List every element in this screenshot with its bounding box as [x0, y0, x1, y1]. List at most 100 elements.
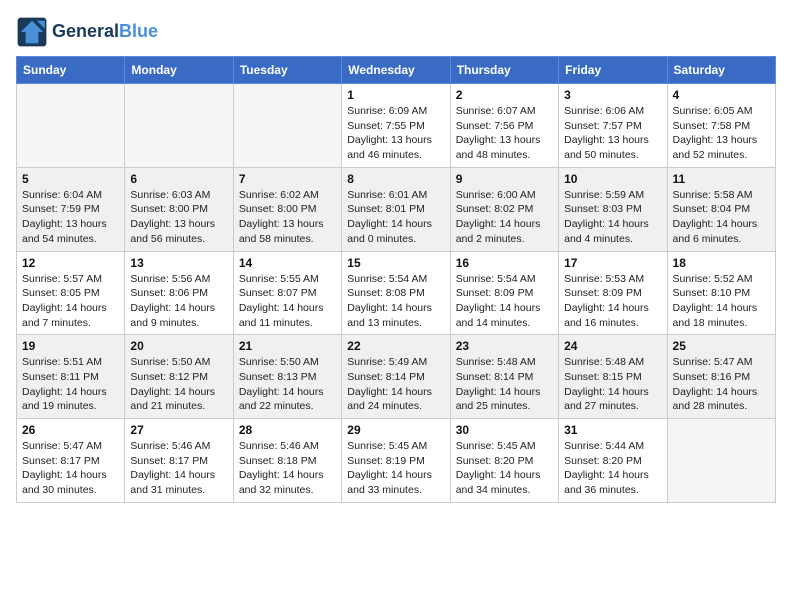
col-header-tuesday: Tuesday — [233, 57, 341, 84]
day-number: 2 — [456, 88, 553, 102]
day-info: Sunrise: 5:58 AMSunset: 8:04 PMDaylight:… — [673, 188, 770, 247]
calendar-cell: 5 Sunrise: 6:04 AMSunset: 7:59 PMDaylight… — [17, 167, 125, 251]
day-number: 21 — [239, 339, 336, 353]
calendar-cell — [233, 84, 341, 168]
calendar-cell: 14Sunrise: 5:55 AMSunset: 8:07 PMDayligh… — [233, 251, 341, 335]
day-info: Sunrise: 5:44 AMSunset: 8:20 PMDaylight:… — [564, 439, 661, 498]
day-info: Sunrise: 5:50 AMSunset: 8:12 PMDaylight:… — [130, 355, 227, 414]
day-info: Sunrise: 6:02 AMSunset: 8:00 PMDaylight:… — [239, 188, 336, 247]
day-info: Sunrise: 5:46 AMSunset: 8:18 PMDaylight:… — [239, 439, 336, 498]
day-number: 3 — [564, 88, 661, 102]
calendar-cell: 13Sunrise: 5:56 AMSunset: 8:06 PMDayligh… — [125, 251, 233, 335]
calendar-cell: 19 Sunrise: 5:51 AMSunset: 8:11 PMDayligh… — [17, 335, 125, 419]
day-info: Sunrise: 5:57 AMSunset: 8:05 PMDaylight:… — [22, 272, 119, 331]
day-info: Sunrise: 6:01 AMSunset: 8:01 PMDaylight:… — [347, 188, 444, 247]
day-info: Sunrise: 5:48 AMSunset: 8:15 PMDaylight:… — [564, 355, 661, 414]
day-number: 7 — [239, 172, 336, 186]
day-info: Sunrise: 5:47 AMSunset: 8:17 PMDaylight:… — [22, 439, 119, 498]
day-number: 13 — [130, 256, 227, 270]
calendar-week-row: 12Sunrise: 5:57 AMSunset: 8:05 PMDayligh… — [17, 251, 776, 335]
calendar-cell: 29Sunrise: 5:45 AMSunset: 8:19 PMDayligh… — [342, 419, 450, 503]
day-info: Sunrise: 5:51 AMSunset: 8:11 PMDaylight:… — [22, 355, 119, 414]
day-info: Sunrise: 5:52 AMSunset: 8:10 PMDaylight:… — [673, 272, 770, 331]
day-number: 8 — [347, 172, 444, 186]
calendar-cell: 10 Sunrise: 5:59 AMSunset: 8:03 PMDayligh… — [559, 167, 667, 251]
day-info: Sunrise: 5:50 AMSunset: 8:13 PMDaylight:… — [239, 355, 336, 414]
day-info: Sunrise: 6:07 AMSunset: 7:56 PMDaylight:… — [456, 104, 553, 163]
logo: GeneralBlue — [16, 16, 158, 48]
day-info: Sunrise: 5:54 AMSunset: 8:09 PMDaylight:… — [456, 272, 553, 331]
day-info: Sunrise: 6:06 AMSunset: 7:57 PMDaylight:… — [564, 104, 661, 163]
calendar-cell: 11 Sunrise: 5:58 AMSunset: 8:04 PMDayligh… — [667, 167, 775, 251]
day-info: Sunrise: 6:04 AMSunset: 7:59 PMDaylight:… — [22, 188, 119, 247]
calendar-cell: 26 Sunrise: 5:47 AMSunset: 8:17 PMDayligh… — [17, 419, 125, 503]
calendar-cell: 30 Sunrise: 5:45 AMSunset: 8:20 PMDayligh… — [450, 419, 558, 503]
day-number: 26 — [22, 423, 119, 437]
day-info: Sunrise: 6:00 AMSunset: 8:02 PMDaylight:… — [456, 188, 553, 247]
day-info: Sunrise: 5:54 AMSunset: 8:08 PMDaylight:… — [347, 272, 444, 331]
calendar-cell: 20 Sunrise: 5:50 AMSunset: 8:12 PMDayligh… — [125, 335, 233, 419]
day-number: 15 — [347, 256, 444, 270]
day-info: Sunrise: 5:47 AMSunset: 8:16 PMDaylight:… — [673, 355, 770, 414]
calendar-week-row: 1 Sunrise: 6:09 AMSunset: 7:55 PMDaylight… — [17, 84, 776, 168]
day-number: 23 — [456, 339, 553, 353]
day-info: Sunrise: 5:53 AMSunset: 8:09 PMDaylight:… — [564, 272, 661, 331]
calendar-cell: 16 Sunrise: 5:54 AMSunset: 8:09 PMDayligh… — [450, 251, 558, 335]
col-header-monday: Monday — [125, 57, 233, 84]
col-header-wednesday: Wednesday — [342, 57, 450, 84]
page-header: GeneralBlue — [16, 16, 776, 48]
calendar-table: SundayMondayTuesdayWednesdayThursdayFrid… — [16, 56, 776, 503]
calendar-week-row: 19 Sunrise: 5:51 AMSunset: 8:11 PMDayligh… — [17, 335, 776, 419]
day-number: 22 — [347, 339, 444, 353]
day-info: Sunrise: 5:45 AMSunset: 8:20 PMDaylight:… — [456, 439, 553, 498]
calendar-cell — [17, 84, 125, 168]
day-info: Sunrise: 6:03 AMSunset: 8:00 PMDaylight:… — [130, 188, 227, 247]
day-number: 5 — [22, 172, 119, 186]
day-number: 18 — [673, 256, 770, 270]
col-header-saturday: Saturday — [667, 57, 775, 84]
col-header-thursday: Thursday — [450, 57, 558, 84]
day-info: Sunrise: 5:49 AMSunset: 8:14 PMDaylight:… — [347, 355, 444, 414]
day-number: 20 — [130, 339, 227, 353]
calendar-cell: 3 Sunrise: 6:06 AMSunset: 7:57 PMDaylight… — [559, 84, 667, 168]
calendar-week-row: 5 Sunrise: 6:04 AMSunset: 7:59 PMDaylight… — [17, 167, 776, 251]
day-number: 16 — [456, 256, 553, 270]
calendar-cell: 15 Sunrise: 5:54 AMSunset: 8:08 PMDayligh… — [342, 251, 450, 335]
calendar-cell — [667, 419, 775, 503]
day-number: 30 — [456, 423, 553, 437]
day-info: Sunrise: 5:59 AMSunset: 8:03 PMDaylight:… — [564, 188, 661, 247]
calendar-cell — [125, 84, 233, 168]
day-number: 14 — [239, 256, 336, 270]
calendar-header-row: SundayMondayTuesdayWednesdayThursdayFrid… — [17, 57, 776, 84]
day-number: 11 — [673, 172, 770, 186]
calendar-cell: 25 Sunrise: 5:47 AMSunset: 8:16 PMDayligh… — [667, 335, 775, 419]
day-number: 6 — [130, 172, 227, 186]
day-number: 19 — [22, 339, 119, 353]
col-header-friday: Friday — [559, 57, 667, 84]
logo-text: GeneralBlue — [52, 22, 158, 42]
calendar-cell: 12Sunrise: 5:57 AMSunset: 8:05 PMDayligh… — [17, 251, 125, 335]
day-number: 10 — [564, 172, 661, 186]
calendar-cell: 31Sunrise: 5:44 AMSunset: 8:20 PMDayligh… — [559, 419, 667, 503]
calendar-cell: 22 Sunrise: 5:49 AMSunset: 8:14 PMDayligh… — [342, 335, 450, 419]
day-info: Sunrise: 6:05 AMSunset: 7:58 PMDaylight:… — [673, 104, 770, 163]
calendar-cell: 9 Sunrise: 6:00 AMSunset: 8:02 PMDaylight… — [450, 167, 558, 251]
col-header-sunday: Sunday — [17, 57, 125, 84]
calendar-cell: 18 Sunrise: 5:52 AMSunset: 8:10 PMDayligh… — [667, 251, 775, 335]
calendar-week-row: 26 Sunrise: 5:47 AMSunset: 8:17 PMDayligh… — [17, 419, 776, 503]
calendar-cell: 24 Sunrise: 5:48 AMSunset: 8:15 PMDayligh… — [559, 335, 667, 419]
day-info: Sunrise: 6:09 AMSunset: 7:55 PMDaylight:… — [347, 104, 444, 163]
calendar-cell: 1 Sunrise: 6:09 AMSunset: 7:55 PMDaylight… — [342, 84, 450, 168]
day-number: 25 — [673, 339, 770, 353]
calendar-cell: 6 Sunrise: 6:03 AMSunset: 8:00 PMDaylight… — [125, 167, 233, 251]
calendar-cell: 7 Sunrise: 6:02 AMSunset: 8:00 PMDaylight… — [233, 167, 341, 251]
calendar-cell: 28Sunrise: 5:46 AMSunset: 8:18 PMDayligh… — [233, 419, 341, 503]
logo-icon — [16, 16, 48, 48]
day-number: 9 — [456, 172, 553, 186]
calendar-cell: 4Sunrise: 6:05 AMSunset: 7:58 PMDaylight… — [667, 84, 775, 168]
calendar-cell: 2 Sunrise: 6:07 AMSunset: 7:56 PMDaylight… — [450, 84, 558, 168]
day-number: 27 — [130, 423, 227, 437]
day-number: 24 — [564, 339, 661, 353]
calendar-cell: 27Sunrise: 5:46 AMSunset: 8:17 PMDayligh… — [125, 419, 233, 503]
day-number: 1 — [347, 88, 444, 102]
